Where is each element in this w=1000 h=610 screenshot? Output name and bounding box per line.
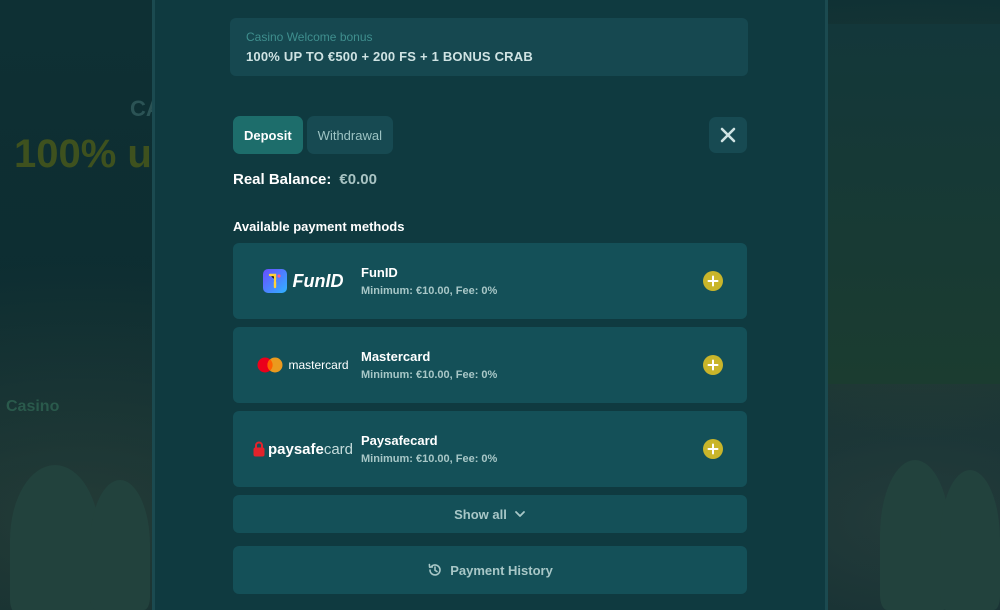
payment-method-mastercard[interactable]: mastercard Mastercard Minimum: €10.00, F… [233,327,747,403]
tab-deposit[interactable]: Deposit [233,116,303,154]
method-name: FunID [361,265,398,280]
plus-icon [707,275,719,287]
method-name: Paysafecard [361,433,438,448]
lock-icon [253,441,265,457]
paysafecard-logo-text: paysafecard [268,441,353,458]
bonus-label: Casino Welcome bonus [246,30,373,44]
real-balance: Real Balance: €0.00 [233,171,377,188]
add-paysafecard-button[interactable] [703,439,723,459]
method-name: Mastercard [361,349,431,364]
funid-icon [262,269,287,293]
add-funid-button[interactable] [703,271,723,291]
add-mastercard-button[interactable] [703,355,723,375]
backdrop-figure [10,465,100,610]
welcome-bonus-banner: Casino Welcome bonus 100% UP TO €500 + 2… [230,18,748,76]
tab-withdrawal[interactable]: Withdrawal [306,116,393,154]
mastercard-logo: mastercard [247,327,359,403]
backdrop-banner [826,24,1000,384]
backdrop-figure [90,480,150,610]
paysafecard-logo: paysafecard [247,411,359,487]
mastercard-logo-text: mastercard [288,358,349,372]
funid-logo: FunID [247,243,359,319]
payment-method-paysafecard[interactable]: paysafecard Paysafecard Minimum: €10.00,… [233,411,747,487]
card-text: card [323,440,354,458]
show-all-button[interactable]: Show all [233,495,747,533]
method-details: Minimum: €10.00, Fee: 0% [361,285,498,297]
bonus-title: 100% UP TO €500 + 200 FS + 1 BONUS CRAB [246,49,533,64]
backdrop-casino-fragment: Casino [6,398,60,415]
funid-logo-text: FunID [292,270,344,291]
method-details: Minimum: €10.00, Fee: 0% [361,453,498,465]
close-icon [720,127,736,143]
chevron-down-icon [514,511,525,517]
balance-value: €0.00 [339,171,377,188]
backdrop-figure [940,470,1000,610]
payment-history-label: Payment History [450,562,553,578]
payment-history-button[interactable]: Payment History [233,546,747,594]
show-all-label: Show all [454,506,507,522]
method-details: Minimum: €10.00, Fee: 0% [361,369,498,381]
cashier-tabs: Deposit Withdrawal [233,116,393,154]
mastercard-icon [257,357,283,373]
balance-label: Real Balance: [233,171,332,188]
plus-icon [707,359,719,371]
plus-icon [707,443,719,455]
payment-methods-title: Available payment methods [233,219,405,234]
payment-method-funid[interactable]: FunID FunID Minimum: €10.00, Fee: 0% [233,243,747,319]
paysafe-text: paysafe [267,440,324,458]
history-icon [428,563,441,576]
backdrop-promo-fragment: 100% u [14,132,152,176]
close-button[interactable] [709,117,747,153]
